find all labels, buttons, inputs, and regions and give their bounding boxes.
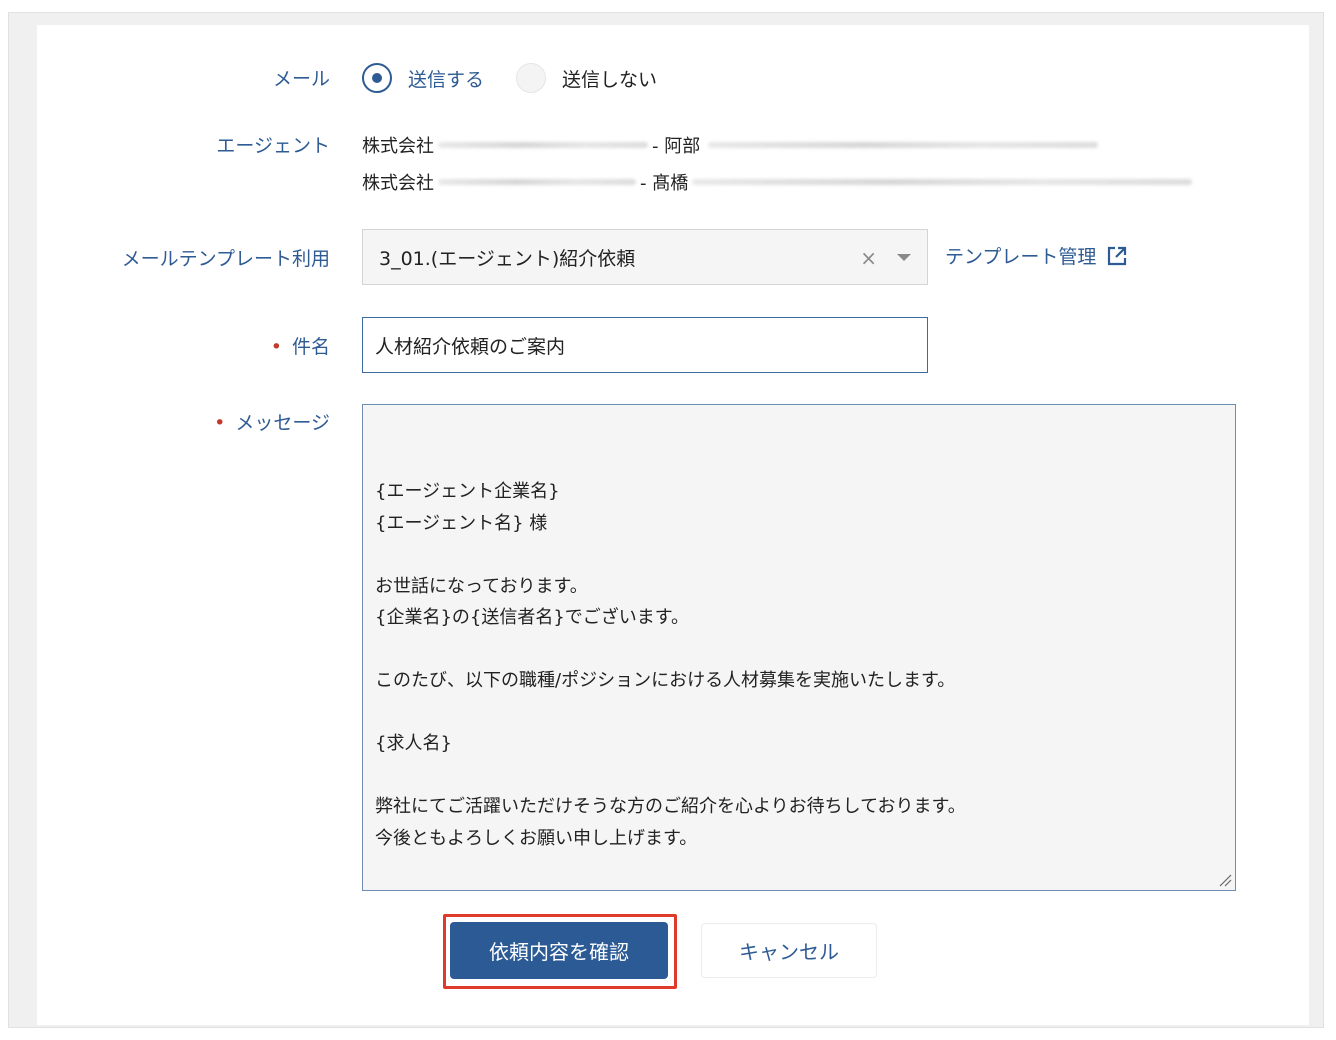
close-icon[interactable]: × [860,246,877,270]
agent-1-company-prefix: 株式会社 [362,136,434,157]
subject-label: • 件名 [271,332,330,359]
template-manage-link[interactable]: テンプレート管理 [945,242,1128,269]
agent-label: エージェント [216,135,330,157]
message-textarea[interactable]: {エージェント企業名} {エージェント名} 様 お世話になっております。 {企業… [362,404,1236,891]
redacted-company-2 [438,179,636,185]
subject-input[interactable]: 人材紹介依頼のご案内 [362,317,928,373]
agent-2-person: - 髙橋 [640,173,689,194]
mail-label: メール [272,68,330,90]
radio-send-label[interactable]: 送信する [408,65,484,92]
chevron-down-icon[interactable] [897,254,911,261]
confirm-request-button[interactable]: 依頼内容を確認 [450,922,668,979]
agent-1-person: - 阿部 [652,136,701,157]
message-required-mark: • [214,412,226,434]
redacted-details-1 [708,142,1099,148]
subject-label-text: 件名 [291,336,330,358]
radio-no-send[interactable]: 送信しない [516,63,657,93]
template-manage-link-label[interactable]: テンプレート管理 [945,242,1096,269]
radio-send-circle[interactable] [362,63,392,93]
message-label-text: メッセージ [235,412,330,434]
external-link-icon [1108,246,1127,265]
radio-no-send-label[interactable]: 送信しない [562,65,657,92]
resize-handle-icon[interactable] [1218,873,1232,887]
mail-radio-group: 送信する 送信しない [362,62,689,94]
redacted-details-2 [692,179,1193,185]
template-label: メールテンプレート利用 [121,248,330,270]
message-label: • メッセージ [214,408,330,435]
message-textarea-value[interactable]: {エージェント企業名} {エージェント名} 様 お世話になっております。 {企業… [375,476,1223,890]
radio-send[interactable]: 送信する [362,63,484,93]
subject-input-value[interactable]: 人材紹介依頼のご案内 [375,332,565,359]
subject-required-mark: • [270,336,282,358]
agent-line-1: 株式会社 - 阿部 [362,132,1102,158]
template-select-value: 3_01.(エージェント)紹介依頼 [379,247,636,270]
agent-line-2: 株式会社 - 髙橋 [362,169,1196,195]
template-select[interactable]: 3_01.(エージェント)紹介依頼 × [362,229,928,285]
agent-2-company-prefix: 株式会社 [362,173,434,194]
cancel-button[interactable]: キャンセル [701,923,877,978]
redacted-company-1 [438,142,648,148]
radio-no-send-circle[interactable] [516,63,547,93]
